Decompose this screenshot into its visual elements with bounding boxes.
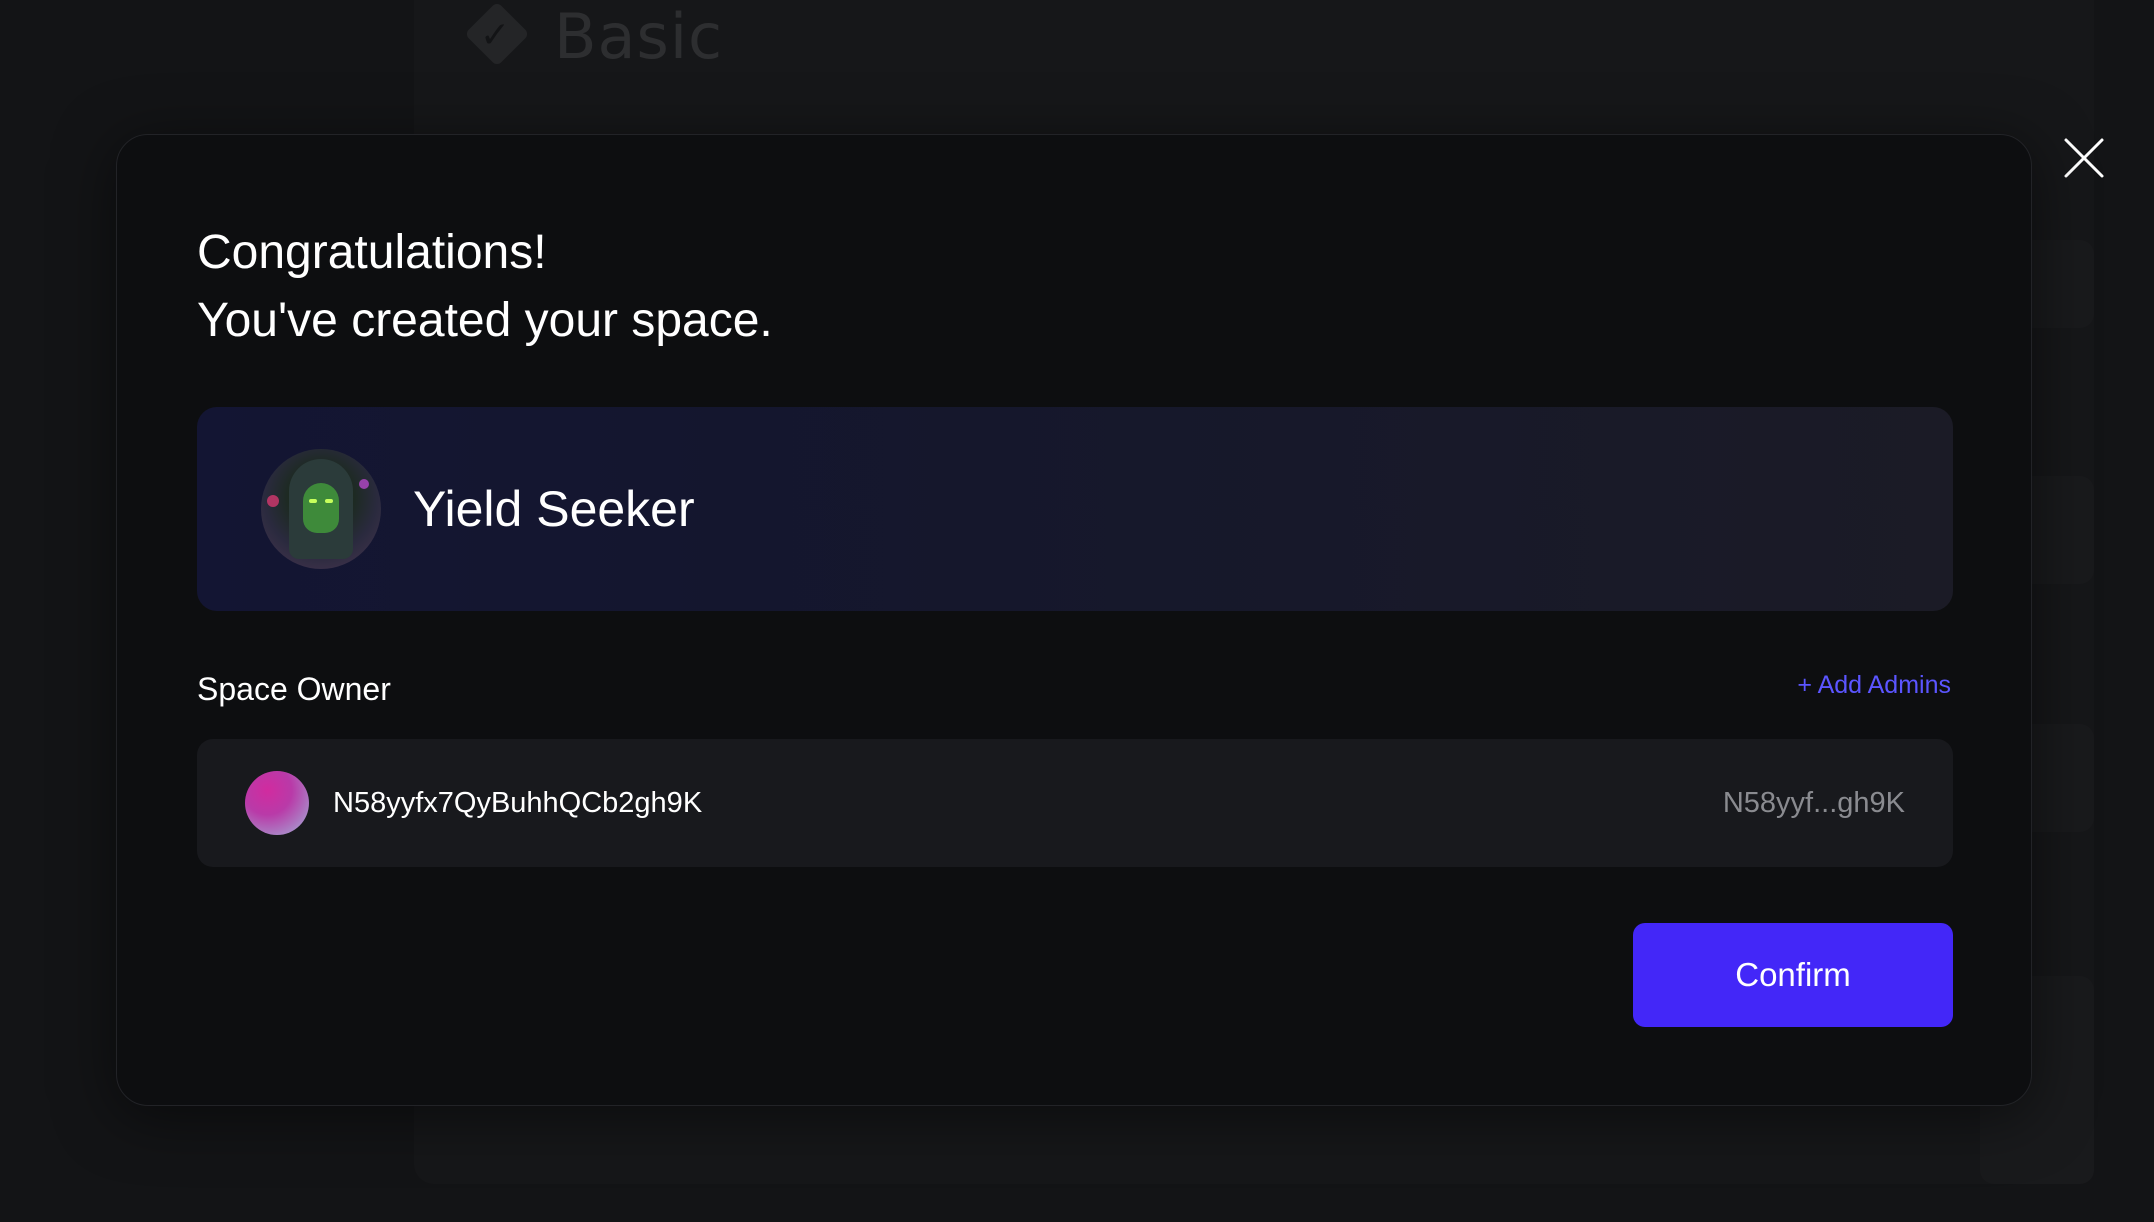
space-avatar [261, 449, 381, 569]
space-name: Yield Seeker [413, 481, 695, 537]
close-button[interactable] [2062, 136, 2106, 180]
add-admins-link[interactable]: + Add Admins [1797, 671, 1951, 700]
owner-avatar [245, 771, 309, 835]
owner-short-address: N58yyf...gh9K [1722, 786, 1905, 819]
modal-heading: Congratulations! You've created your spa… [197, 219, 773, 355]
success-modal: Congratulations! You've created your spa… [116, 134, 2032, 1106]
heading-line-1: Congratulations! [197, 226, 547, 279]
close-icon [2064, 138, 2104, 178]
heading-line-2: You've created your space. [197, 294, 773, 347]
owner-address: N58yyfx7QyBuhhQCb2gh9K [333, 786, 703, 819]
space-owner-label: Space Owner [197, 671, 391, 707]
owner-row: N58yyfx7QyBuhhQCb2gh9K N58yyf...gh9K [197, 739, 1953, 867]
confirm-button[interactable]: Confirm [1633, 923, 1953, 1027]
space-card: Yield Seeker [197, 407, 1953, 611]
